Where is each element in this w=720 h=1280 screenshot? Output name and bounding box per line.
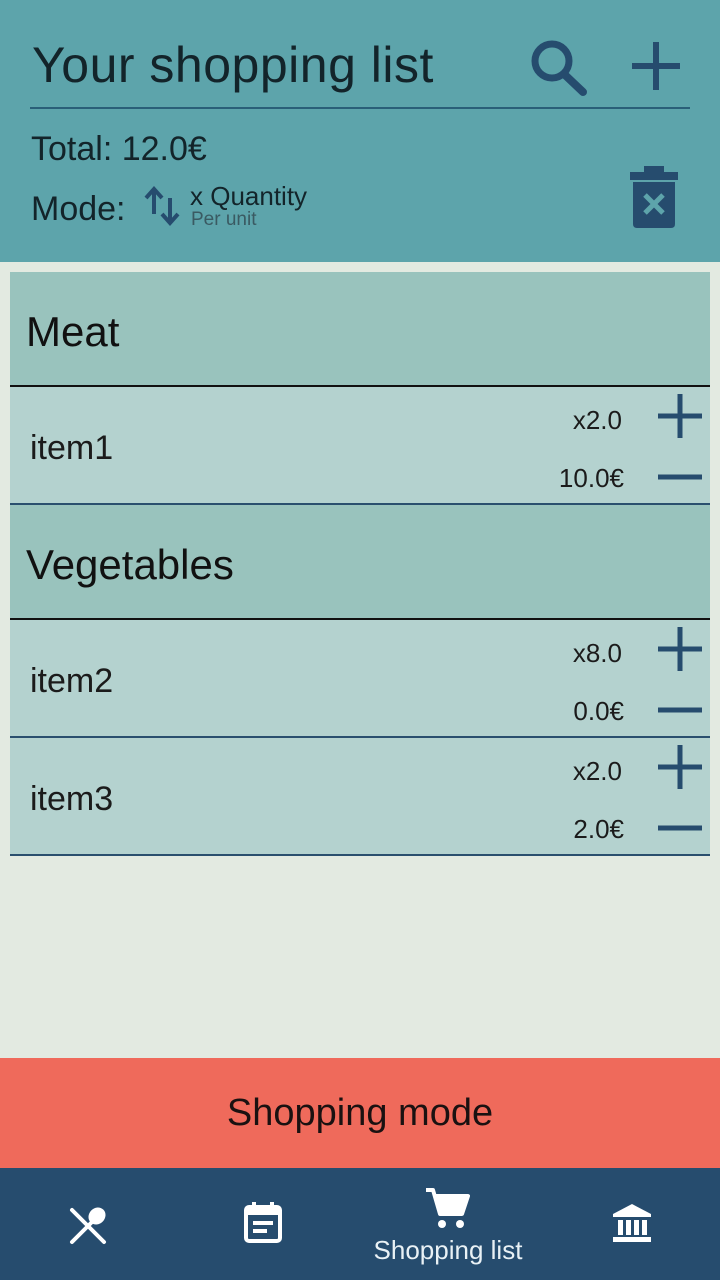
item-name: item3 bbox=[30, 780, 114, 818]
item-quantity: x2.0 bbox=[572, 405, 622, 435]
decrease-quantity-button[interactable] bbox=[656, 686, 704, 734]
shopping-list: Meat item1 x2.0 10.0€ Vegetables item2 x… bbox=[10, 272, 710, 856]
title-row: Your shopping list bbox=[30, 22, 690, 109]
category-name: Vegetables bbox=[26, 541, 234, 588]
item-quantity: x2.0 bbox=[572, 756, 622, 786]
search-button[interactable] bbox=[526, 34, 590, 98]
increase-quantity-button[interactable] bbox=[656, 625, 704, 673]
mode-value: x Quantity bbox=[190, 181, 308, 211]
search-icon bbox=[531, 40, 587, 96]
calendar-icon bbox=[244, 1202, 282, 1243]
item-price: 2.0€ bbox=[573, 814, 624, 844]
utensils-icon bbox=[70, 1207, 106, 1244]
list-item[interactable]: item1 x2.0 10.0€ bbox=[10, 387, 710, 505]
total-amount: Total: 12.0€ bbox=[31, 130, 207, 168]
shopping-mode-button[interactable]: Shopping mode bbox=[0, 1058, 720, 1168]
item-price: 0.0€ bbox=[573, 696, 624, 726]
decrease-quantity-button[interactable] bbox=[656, 804, 704, 852]
minus-icon bbox=[658, 474, 702, 480]
decrease-quantity-button[interactable] bbox=[656, 453, 704, 501]
delete-list-button[interactable] bbox=[626, 164, 682, 230]
category-header: Meat bbox=[10, 272, 710, 387]
minus-icon bbox=[658, 825, 702, 831]
mode-subvalue: Per unit bbox=[191, 209, 257, 230]
add-item-button[interactable] bbox=[624, 34, 688, 98]
increase-quantity-button[interactable] bbox=[656, 743, 704, 791]
item-quantity: x8.0 bbox=[572, 638, 622, 668]
plus-icon bbox=[658, 745, 702, 789]
item-price: 10.0€ bbox=[558, 463, 624, 493]
plus-icon bbox=[632, 42, 680, 90]
category-header: Vegetables bbox=[10, 505, 710, 620]
header: Your shopping list Total: 12.0€ Mode: x … bbox=[0, 0, 720, 262]
nav-bank[interactable] bbox=[583, 1168, 679, 1280]
cart-icon bbox=[426, 1188, 470, 1228]
shopping-mode-label: Shopping mode bbox=[226, 1092, 494, 1134]
minus-icon bbox=[658, 707, 702, 713]
swap-vertical-icon bbox=[144, 185, 180, 227]
delete-icon bbox=[630, 166, 678, 228]
mode-label: Mode: bbox=[31, 190, 126, 228]
increase-quantity-button[interactable] bbox=[656, 392, 704, 440]
plus-icon bbox=[658, 627, 702, 671]
nav-shopping-list[interactable]: Shopping list bbox=[348, 1168, 548, 1280]
mode-toggle[interactable]: x Quantity Per unit bbox=[140, 180, 330, 236]
list-item[interactable]: item3 x2.0 2.0€ bbox=[10, 738, 710, 856]
bank-icon bbox=[613, 1204, 651, 1242]
bottom-navigation: Shopping list bbox=[0, 1168, 720, 1280]
item-name: item2 bbox=[30, 662, 114, 700]
page-title: Your shopping list bbox=[32, 37, 434, 93]
item-name: item1 bbox=[30, 429, 114, 467]
list-item[interactable]: item2 x8.0 0.0€ bbox=[10, 620, 710, 738]
nav-shopping-list-label: Shopping list bbox=[373, 1235, 523, 1265]
nav-calendar[interactable] bbox=[215, 1168, 311, 1280]
nav-recipes[interactable] bbox=[40, 1168, 136, 1280]
category-name: Meat bbox=[26, 308, 120, 355]
plus-icon bbox=[658, 394, 702, 438]
